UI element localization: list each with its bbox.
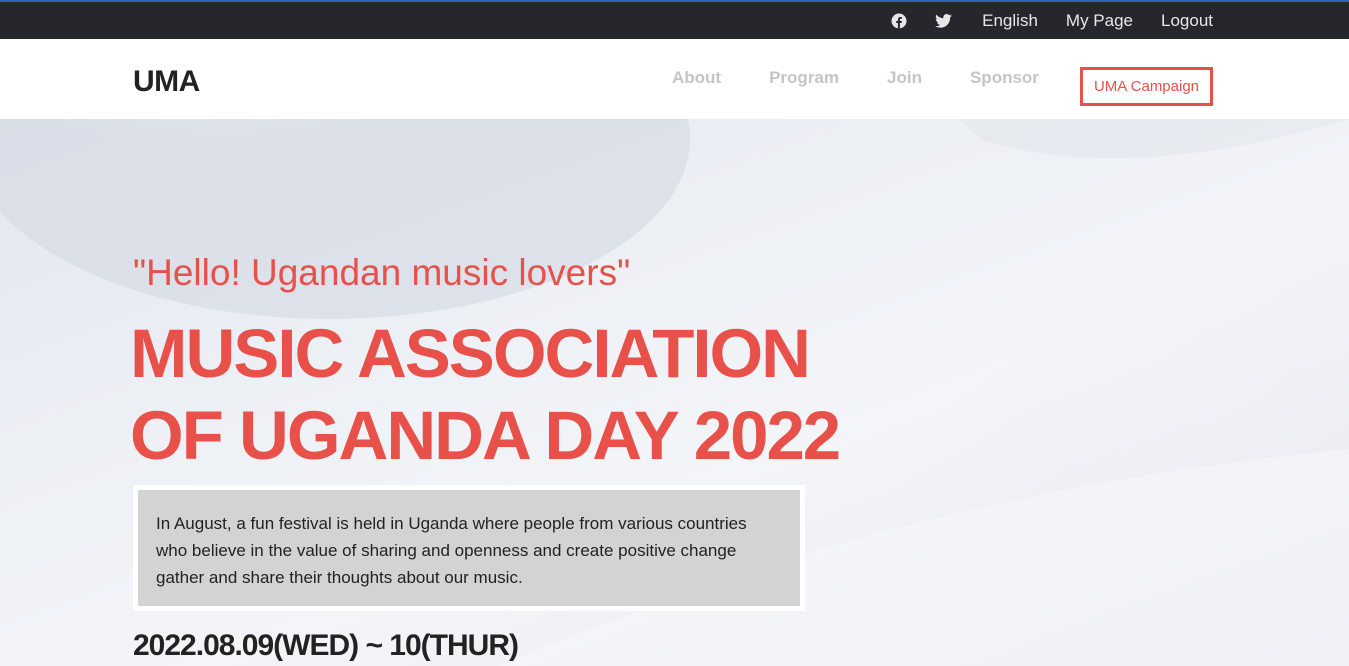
- intro-text-box: In August, a fun festival is held in Uga…: [133, 485, 805, 611]
- intro-text: In August, a fun festival is held in Uga…: [156, 514, 747, 587]
- facebook-icon[interactable]: [888, 10, 910, 32]
- hero-headline: MUSIC ASSOCIATION OF UGANDA DAY 2022: [130, 313, 1030, 477]
- top-bar: English My Page Logout: [0, 0, 1349, 39]
- headline-line-2: OF UGANDA DAY 2022: [130, 397, 841, 474]
- nav-menu: About Program Join Sponsor: [672, 68, 1039, 88]
- logout-link[interactable]: Logout: [1161, 11, 1213, 31]
- hero-tagline: "Hello! Ugandan music lovers": [133, 252, 631, 293]
- headline-line-1: MUSIC ASSOCIATION: [130, 315, 811, 392]
- twitter-icon[interactable]: [932, 10, 954, 32]
- main-navbar: UMA About Program Join Sponsor UMA Campa…: [0, 39, 1349, 119]
- uma-campaign-button[interactable]: UMA Campaign: [1080, 67, 1213, 106]
- language-link[interactable]: English: [982, 11, 1038, 31]
- nav-item-sponsor[interactable]: Sponsor: [970, 68, 1039, 88]
- top-bar-links: English My Page Logout: [888, 2, 1213, 39]
- hero-section: "Hello! Ugandan music lovers" MUSIC ASSO…: [0, 119, 1349, 666]
- event-date: 2022.08.09(WED) ~ 10(THUR): [133, 629, 519, 662]
- social-links: [888, 10, 954, 32]
- my-page-link[interactable]: My Page: [1066, 11, 1133, 31]
- site-logo[interactable]: UMA: [133, 65, 200, 99]
- nav-item-program[interactable]: Program: [769, 68, 839, 88]
- nav-item-about[interactable]: About: [672, 68, 721, 88]
- nav-item-join[interactable]: Join: [887, 68, 922, 88]
